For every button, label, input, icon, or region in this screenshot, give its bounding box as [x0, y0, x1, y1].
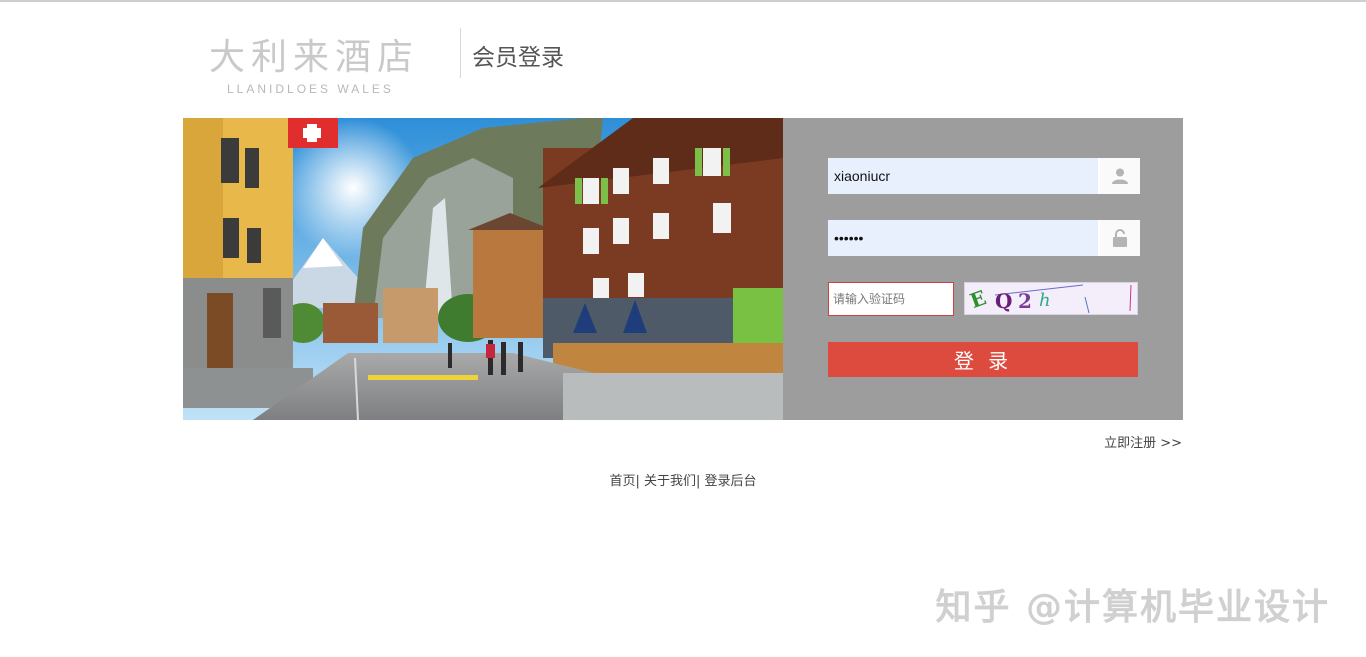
- header-divider: [460, 28, 461, 78]
- top-border: [0, 0, 1366, 2]
- watermark-text: 知乎 @计算机毕业设计: [935, 587, 1330, 628]
- captcha-image[interactable]: E Q 2 h: [964, 282, 1138, 315]
- footer-nav: 首页| 关于我们| 登录后台: [0, 470, 1366, 489]
- captcha-graphic: E Q 2 h: [967, 284, 1132, 313]
- svg-text:Q: Q: [995, 289, 1012, 313]
- hotel-logo[interactable]: 大利来酒店 LLANIDLOES WALES: [205, 24, 425, 100]
- page-title: 会员登录: [472, 45, 564, 71]
- password-field: [828, 220, 1140, 256]
- password-input[interactable]: [828, 220, 1098, 256]
- login-button[interactable]: 登 录: [828, 342, 1138, 377]
- svg-text:E: E: [967, 285, 990, 313]
- logo-english-name: LLANIDLOES WALES: [227, 82, 394, 96]
- lock-icon: [1100, 220, 1140, 256]
- alpine-village-illustration: [183, 118, 783, 420]
- footer-link-about[interactable]: 关于我们: [644, 474, 696, 489]
- footer-link-home[interactable]: 首页: [609, 474, 635, 489]
- footer-separator: |: [635, 474, 640, 489]
- user-icon: [1100, 158, 1140, 194]
- svg-text:2: 2: [1018, 289, 1032, 313]
- username-field: [828, 158, 1140, 194]
- logo-chinese-name: 大利来酒店: [209, 37, 420, 78]
- login-panel: E Q 2 h 登 录: [783, 118, 1183, 420]
- footer-separator: |: [696, 474, 701, 489]
- banner-image: [183, 118, 783, 420]
- footer-link-admin[interactable]: 登录后台: [705, 474, 757, 489]
- register-link[interactable]: 立即注册 >>: [1104, 432, 1182, 451]
- svg-text:h: h: [1039, 290, 1051, 311]
- username-input[interactable]: [828, 158, 1098, 194]
- captcha-input[interactable]: [828, 282, 954, 316]
